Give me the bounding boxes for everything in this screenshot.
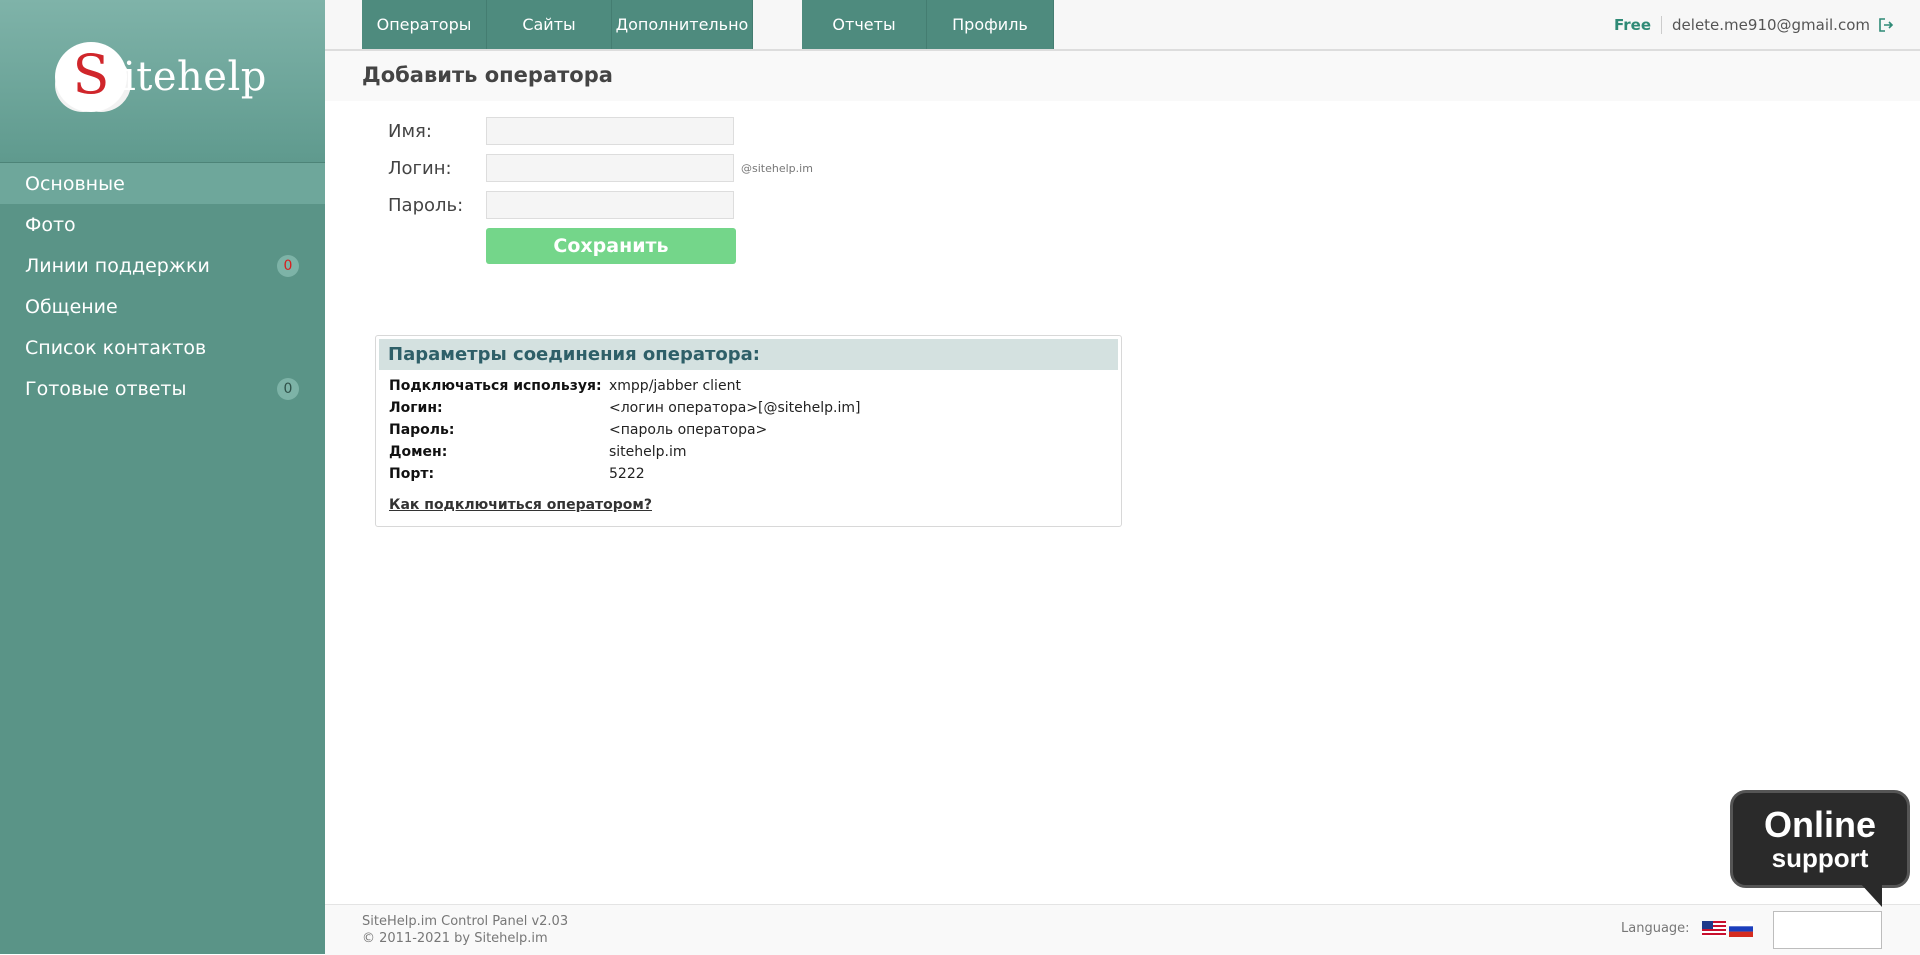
name-input[interactable] xyxy=(486,117,734,145)
bubble-tail xyxy=(1860,883,1882,907)
logo-area: S itehelp xyxy=(0,0,325,163)
page-title: Добавить оператора xyxy=(362,63,613,87)
params-value: <логин оператора>[@sitehelp.im] xyxy=(609,400,861,416)
copyright: SiteHelp.im Control Panel v2.03 © 2011-2… xyxy=(362,913,568,947)
sidebar-item-communication[interactable]: Общение xyxy=(0,286,325,327)
sidebar-item-basic[interactable]: Основные xyxy=(0,163,325,204)
params-value: 5222 xyxy=(609,466,645,482)
password-label: Пароль: xyxy=(388,195,464,216)
tab-additional[interactable]: Дополнительно xyxy=(612,0,753,49)
footer: SiteHelp.im Control Panel v2.03 © 2011-2… xyxy=(325,904,1920,955)
params-key: Подключаться используя: xyxy=(389,378,602,394)
sidebar-item-label: Готовые ответы xyxy=(25,377,187,400)
params-key: Логин: xyxy=(389,400,443,416)
params-title: Параметры соединения оператора: xyxy=(379,339,1118,370)
account-area: Free delete.me910@gmail.com xyxy=(1614,0,1894,49)
params-key: Пароль: xyxy=(389,422,455,438)
save-button[interactable]: Сохранить xyxy=(486,228,736,264)
language-label: Language: xyxy=(1621,921,1690,936)
support-line: Online xyxy=(1763,804,1876,845)
count-badge: 0 xyxy=(277,377,299,400)
login-input[interactable] xyxy=(486,154,734,182)
logo-text: itehelp xyxy=(123,54,267,100)
plan-badge[interactable]: Free xyxy=(1614,16,1651,34)
tab-reports[interactable]: Отчеты xyxy=(802,0,927,49)
sidebar: S itehelp Основные Фото Линии поддержки … xyxy=(0,0,325,954)
flag-us-icon[interactable] xyxy=(1702,921,1726,937)
name-label: Имя: xyxy=(388,121,432,142)
online-support-widget[interactable]: Online support xyxy=(1730,790,1910,910)
sidebar-item-support-lines[interactable]: Линии поддержки 0 xyxy=(0,245,325,286)
sidebar-item-photo[interactable]: Фото xyxy=(0,204,325,245)
count-badge: 0 xyxy=(277,254,299,277)
support-line: support xyxy=(1771,843,1869,873)
sidebar-item-label: Основные xyxy=(25,172,125,195)
sitehelp-logo[interactable]: S itehelp xyxy=(55,42,267,112)
top-nav: Операторы Сайты Дополнительно Отчеты Про… xyxy=(325,0,1920,51)
password-input[interactable] xyxy=(486,191,734,219)
connection-params-panel: Параметры соединения оператора: Подключа… xyxy=(375,335,1122,527)
params-key: Порт: xyxy=(389,466,435,482)
params-value: <пароль оператора> xyxy=(609,422,768,438)
logout-icon[interactable] xyxy=(1878,17,1894,33)
tab-sites[interactable]: Сайты xyxy=(487,0,612,49)
broken-image xyxy=(1773,911,1882,949)
login-domain-suffix: @sitehelp.im xyxy=(741,162,813,175)
flag-ru-icon[interactable] xyxy=(1729,921,1753,937)
params-row: Порт: 5222 xyxy=(389,466,645,482)
sidebar-item-label: Фото xyxy=(25,213,76,236)
sidebar-item-canned-replies[interactable]: Готовые ответы 0 xyxy=(0,368,325,409)
account-email[interactable]: delete.me910@gmail.com xyxy=(1672,16,1870,34)
tab-operators[interactable]: Операторы xyxy=(362,0,487,49)
copyright-line: SiteHelp.im Control Panel v2.03 xyxy=(362,914,569,929)
tab-profile[interactable]: Профиль xyxy=(927,0,1054,49)
params-row: Домен: sitehelp.im xyxy=(389,444,687,460)
login-label: Логин: xyxy=(388,158,452,179)
params-value: sitehelp.im xyxy=(609,444,687,460)
page-header: Добавить оператора xyxy=(325,51,1920,101)
how-to-connect-link[interactable]: Как подключиться оператором? xyxy=(389,497,652,513)
logo-letter: S xyxy=(72,43,110,106)
sidebar-item-label: Список контактов xyxy=(25,336,207,359)
params-row: Пароль: <пароль оператора> xyxy=(389,422,767,438)
sidebar-item-label: Общение xyxy=(25,295,118,318)
params-key: Домен: xyxy=(389,444,448,460)
sidebar-item-label: Линии поддержки xyxy=(25,254,210,277)
params-value: xmpp/jabber client xyxy=(609,378,741,394)
sidebar-nav: Основные Фото Линии поддержки 0 Общение … xyxy=(0,163,325,409)
support-bubble: Online support xyxy=(1730,790,1910,888)
params-row: Логин: <логин оператора>[@sitehelp.im] xyxy=(389,400,860,416)
divider xyxy=(1661,15,1663,34)
params-row: Подключаться используя: xmpp/jabber clie… xyxy=(389,378,741,394)
copyright-line: © 2011-2021 by Sitehelp.im xyxy=(362,931,548,946)
logo-cloud-icon: S xyxy=(55,42,127,112)
sidebar-item-contacts[interactable]: Список контактов xyxy=(0,327,325,368)
